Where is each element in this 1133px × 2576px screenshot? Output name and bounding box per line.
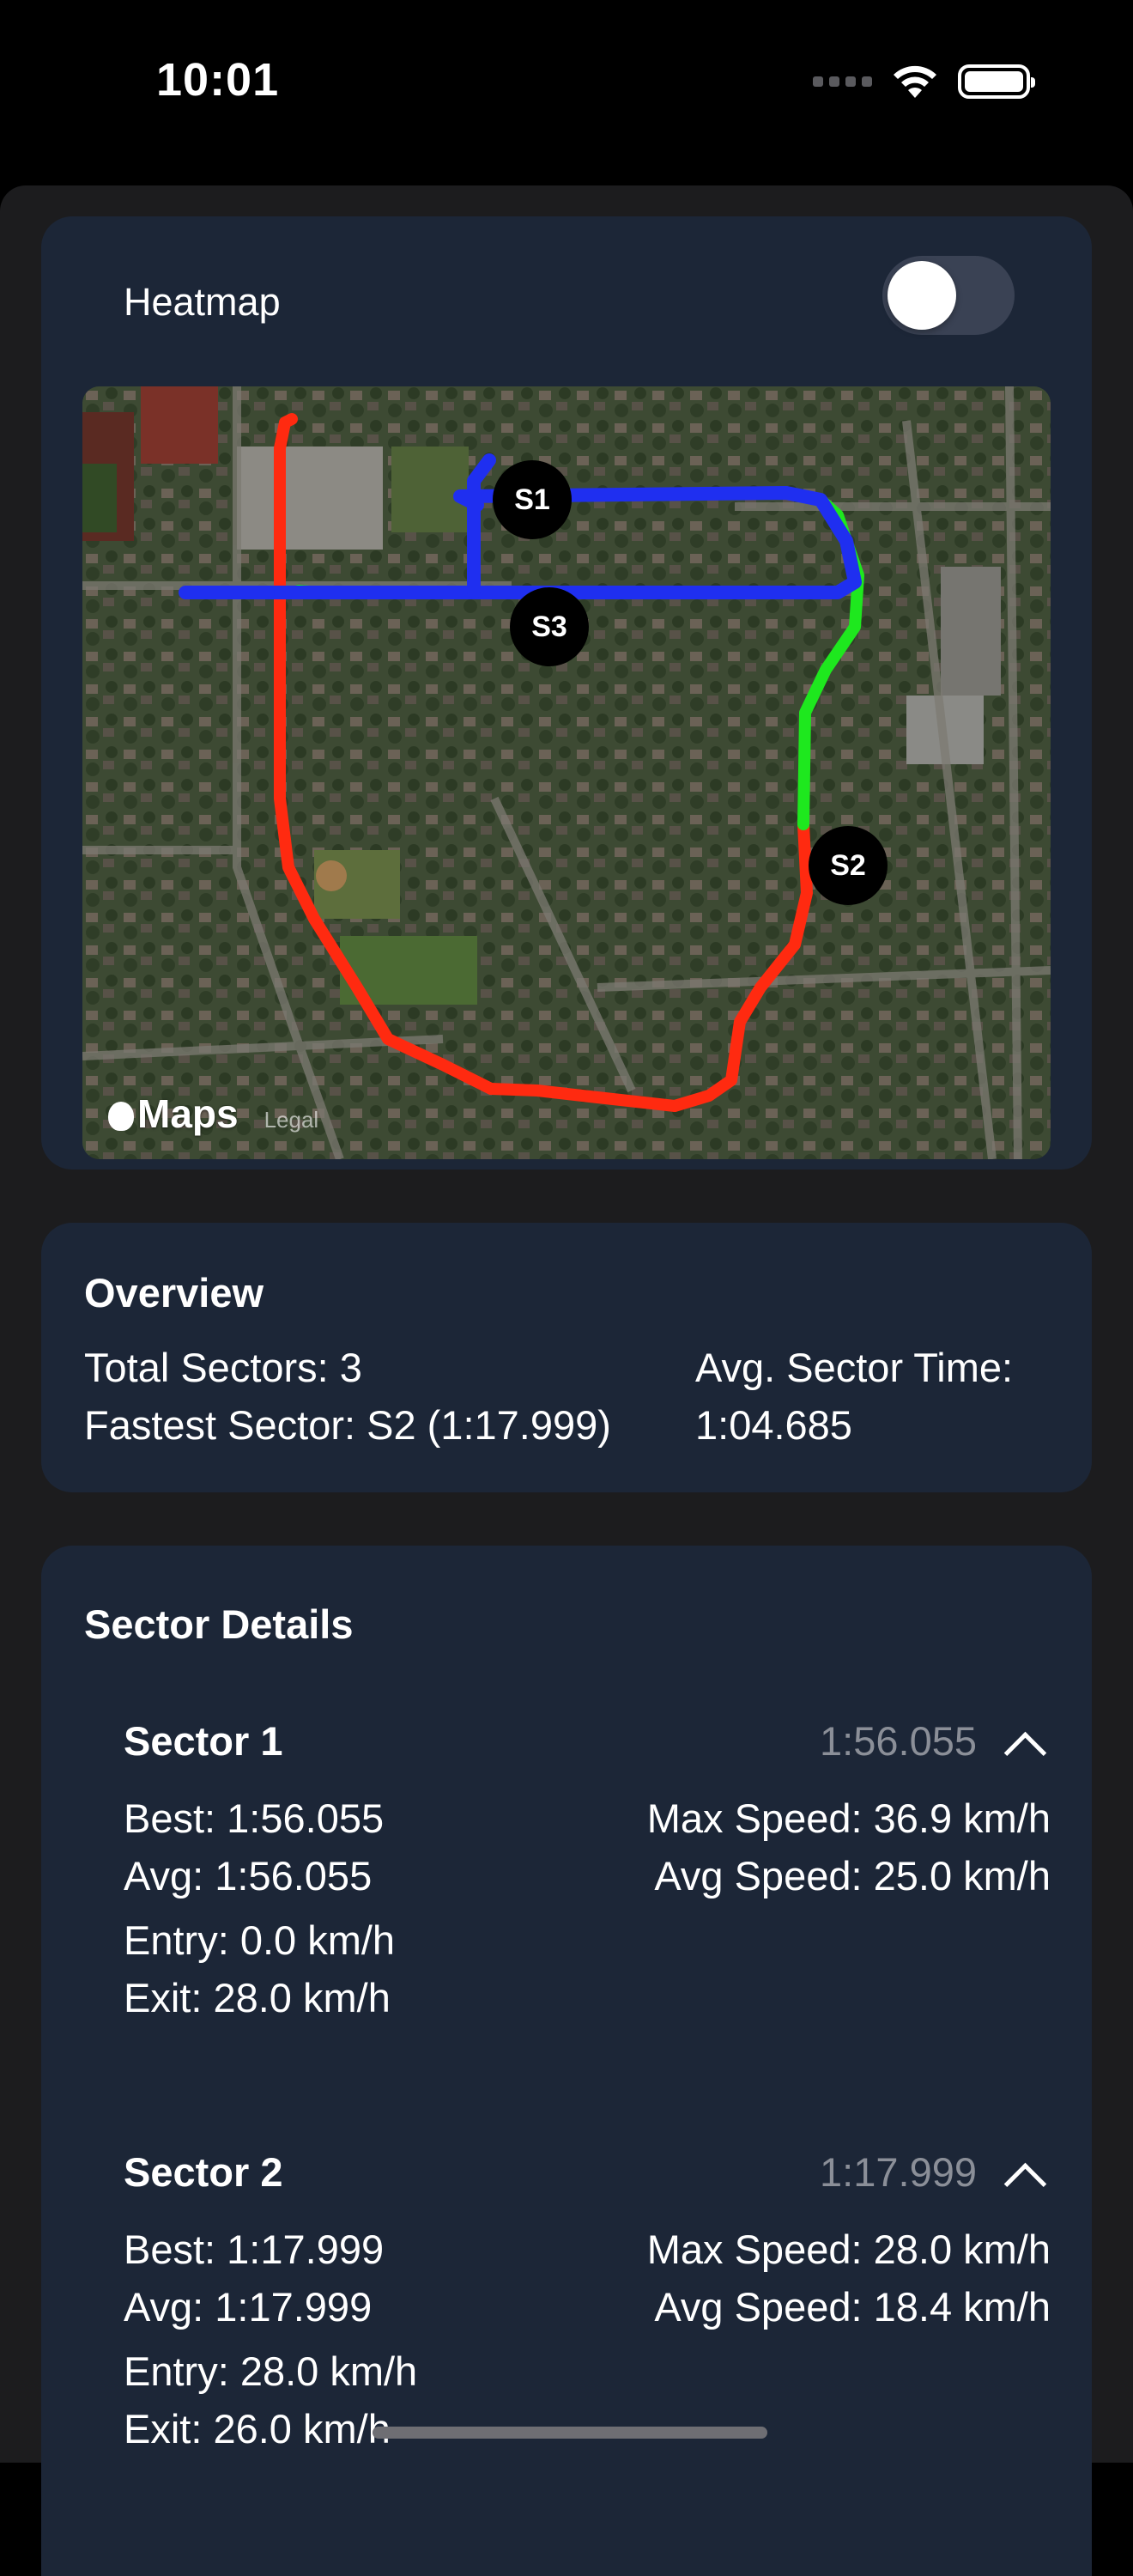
legal-link[interactable]: Legal bbox=[264, 1107, 319, 1133]
sector-entry: Entry: 28.0 km/h bbox=[124, 2348, 418, 2394]
marker-s2[interactable]: S2 bbox=[809, 826, 888, 905]
overview-card: Overview Total Sectors: 3 Fastest Sector… bbox=[41, 1223, 1092, 1492]
overview-title: Overview bbox=[84, 1270, 264, 1315]
wifi-icon bbox=[894, 65, 936, 98]
sector-avg: Avg: 1:17.999 bbox=[124, 2284, 373, 2330]
sector-item: Sector 2 1:17.999 Best: 1:17.999 Avg: 1:… bbox=[124, 2148, 1051, 2475]
maps-logo: Maps bbox=[108, 1091, 239, 1137]
total-sectors: Total Sectors: 3 bbox=[84, 1345, 362, 1390]
sector-details-title: Sector Details bbox=[84, 1601, 354, 1647]
sector-item: Sector 1 1:56.055 Best: 1:56.055 Avg: 1:… bbox=[124, 1717, 1051, 2044]
battery-icon bbox=[958, 64, 1035, 99]
heatmap-card: Heatmap S1 S3 S2 Maps Legal bbox=[41, 216, 1092, 1170]
sector-name[interactable]: Sector 1 bbox=[124, 1717, 282, 1765]
marker-s1[interactable]: S1 bbox=[493, 460, 572, 539]
avg-sector-time-label: Avg. Sector Time: bbox=[695, 1345, 1014, 1390]
signal-icon bbox=[813, 76, 872, 87]
sector-avg-speed: Avg Speed: 25.0 km/h bbox=[654, 1853, 1051, 1899]
status-icons bbox=[813, 64, 1035, 100]
sector-exit: Exit: 28.0 km/h bbox=[124, 1975, 391, 2020]
sector-best: Best: 1:56.055 bbox=[124, 1795, 385, 1841]
sector-avg: Avg: 1:56.055 bbox=[124, 1853, 373, 1899]
sector-time: 1:56.055 bbox=[820, 1718, 977, 1764]
sector-max-speed: Max Speed: 36.9 km/h bbox=[646, 1795, 1051, 1841]
home-indicator[interactable] bbox=[373, 2427, 767, 2439]
fastest-sector: Fastest Sector: S2 (1:17.999) bbox=[84, 1402, 611, 1448]
status-bar: 10:01 bbox=[0, 0, 1133, 172]
sector-max-speed: Max Speed: 28.0 km/h bbox=[646, 2227, 1051, 2272]
heatmap-toggle[interactable] bbox=[882, 256, 1015, 335]
avg-sector-time-value: 1:04.685 bbox=[695, 1402, 852, 1448]
sector-exit: Exit: 26.0 km/h bbox=[124, 2406, 391, 2451]
sector-details-card: Sector Details Sector 1 1:56.055 Best: 1… bbox=[41, 1546, 1092, 2576]
apple-icon bbox=[108, 1102, 134, 1131]
sector-best: Best: 1:17.999 bbox=[124, 2227, 385, 2272]
map-attribution: Maps Legal bbox=[108, 1091, 318, 1137]
marker-s3[interactable]: S3 bbox=[510, 587, 589, 666]
chevron-up-icon[interactable] bbox=[1003, 1731, 1047, 1775]
sector-avg-speed: Avg Speed: 18.4 km/h bbox=[654, 2284, 1051, 2330]
sector-name[interactable]: Sector 2 bbox=[124, 2148, 282, 2196]
status-time: 10:01 bbox=[156, 54, 280, 106]
sector-entry: Entry: 0.0 km/h bbox=[124, 1917, 396, 1963]
toggle-knob bbox=[888, 261, 956, 330]
chevron-up-icon[interactable] bbox=[1003, 2162, 1047, 2206]
sheet: Heatmap S1 S3 S2 Maps Legal Overview Tot… bbox=[0, 185, 1133, 2576]
sector-time: 1:17.999 bbox=[820, 2149, 977, 2195]
heatmap-label: Heatmap bbox=[124, 280, 281, 324]
satellite-map[interactable]: S1 S3 S2 Maps Legal bbox=[82, 386, 1051, 1159]
maps-logo-text: Maps bbox=[137, 1091, 239, 1136]
